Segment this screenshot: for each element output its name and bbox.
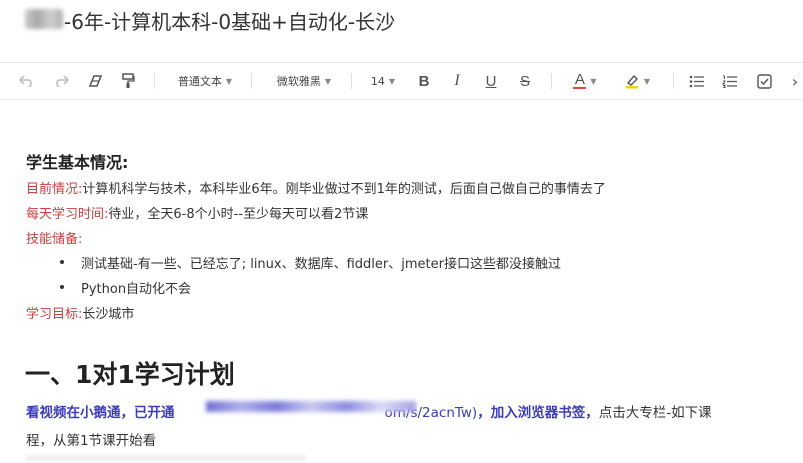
toolbar-divider (251, 73, 252, 89)
plan-line1-intro: 看视频在小鹅通，已开通 (26, 405, 175, 421)
bold-icon: B (418, 72, 430, 90)
chevron-down-icon: ▼ (590, 76, 597, 86)
italic-button[interactable]: I (445, 63, 469, 99)
daily-time-line: 每天学习时间:待业，全天6-8个小时--至少每天可以看2节课 (26, 203, 368, 222)
skills-label: 技能储备: (26, 232, 83, 247)
format-painter-button[interactable] (116, 63, 140, 99)
current-situation-line: 目前情况:计算机科学与技术，本科毕业6年。刚毕业做过不到1年的测试，后面自己做自… (26, 178, 606, 197)
format-painter-icon (121, 73, 135, 89)
more-tools-button[interactable]: › (787, 63, 803, 99)
editor-toolbar: 普通文本 ▼ 微软雅黑 ▼ 14 ▼ B I U S A ▼ ▼ › (0, 62, 803, 100)
document-title[interactable]: -6年-计算机本科-0基础+自动化-长沙 (64, 6, 395, 35)
toolbar-divider (154, 73, 155, 89)
numbered-list-button[interactable] (718, 63, 742, 99)
clear-format-button[interactable] (84, 63, 108, 99)
list-item: 测试基础-有一些、已经忘了; linux、数据库、fiddler、jmeter接… (81, 257, 561, 272)
font-color-button[interactable]: A ▼ (565, 63, 605, 99)
eraser-icon (88, 74, 104, 88)
bulleted-list-button[interactable] (685, 63, 709, 99)
font-size-select[interactable]: 14 ▼ (364, 63, 402, 99)
highlight-color-button[interactable]: ▼ (617, 63, 657, 99)
underline-icon: U (485, 72, 497, 90)
daily-text: 待业，全天6-8个小时--至少每天可以看2节课 (108, 207, 369, 222)
font-color-icon: A (573, 71, 587, 89)
redo-icon (53, 75, 69, 87)
chevron-down-icon: ▼ (324, 76, 332, 86)
numbered-list-icon (722, 75, 738, 88)
paragraph-style-select[interactable]: 普通文本 ▼ (170, 63, 240, 99)
redacted-url-blur (206, 401, 416, 412)
redacted-name (25, 9, 63, 29)
paragraph-style-value: 普通文本 (177, 75, 222, 88)
bullet-dot (60, 260, 64, 264)
toolbar-divider (551, 73, 552, 89)
font-family-select[interactable]: 微软雅黑 ▼ (268, 63, 340, 99)
plan-line-2: 程，从第1节课开始看 (26, 433, 157, 449)
undo-button[interactable] (15, 63, 39, 99)
goal-text: 长沙城市 (82, 307, 135, 322)
chevron-down-icon: ▼ (225, 76, 233, 86)
chevron-down-icon: ▼ (388, 76, 396, 86)
toolbar-divider (673, 73, 674, 89)
undo-icon (19, 75, 35, 87)
toolbar-divider (351, 73, 352, 89)
italic-icon: I (454, 72, 460, 89)
title-bar: -6年-计算机本科-0基础+自动化-长沙 (0, 0, 803, 60)
bullet-dot (60, 285, 64, 289)
current-text: 计算机科学与技术，本科毕业6年。刚毕业做过不到1年的测试，后面自己做自己的事情去… (82, 182, 606, 197)
chevron-right-icon: › (791, 71, 799, 91)
skills-line: 技能储备: (26, 228, 82, 247)
bold-button[interactable]: B (412, 63, 436, 99)
goal-label: 学习目标: (26, 307, 83, 322)
list-item: Python自动化不会 (81, 282, 192, 297)
highlight-icon (624, 73, 640, 89)
checkbox-icon (756, 73, 772, 89)
strikethrough-icon: S (519, 72, 530, 90)
chevron-down-icon: ▼ (643, 76, 651, 86)
checklist-button[interactable] (752, 63, 776, 99)
plan-line1-bookmark: ，加入浏览器书签， (477, 405, 599, 421)
daily-label: 每天学习时间: (26, 207, 109, 222)
basic-info-heading: 学生基本情况: (26, 153, 129, 172)
redacted-bottom (26, 455, 306, 461)
strikethrough-button[interactable]: S (513, 63, 537, 99)
font-size-value: 14 (370, 74, 385, 88)
document-body[interactable]: 学生基本情况: 目前情况:计算机科学与技术，本科毕业6年。刚毕业做过不到1年的测… (0, 99, 803, 463)
plan-heading: 一、1对1学习计划 (25, 360, 235, 389)
current-label: 目前情况: (26, 182, 83, 197)
bulleted-list-icon (689, 75, 705, 88)
redo-button[interactable] (49, 63, 73, 99)
plan-line1-tail: 点击大专栏-如下课 (598, 405, 712, 421)
font-family-value: 微软雅黑 (276, 75, 321, 88)
goal-line: 学习目标:长沙城市 (26, 303, 134, 322)
underline-button[interactable]: U (479, 63, 503, 99)
